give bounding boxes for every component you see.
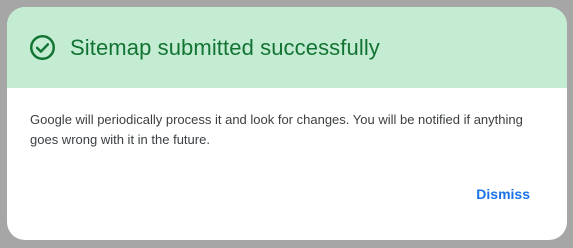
check-circle-icon [29,34,56,61]
dismiss-button[interactable]: Dismiss [476,186,530,202]
dialog-title: Sitemap submitted successfully [70,34,380,60]
dialog-header: Sitemap submitted successfully [7,7,567,88]
success-dialog: Sitemap submitted successfully Google wi… [7,7,567,240]
dialog-message: Google will periodically process it and … [30,112,523,147]
